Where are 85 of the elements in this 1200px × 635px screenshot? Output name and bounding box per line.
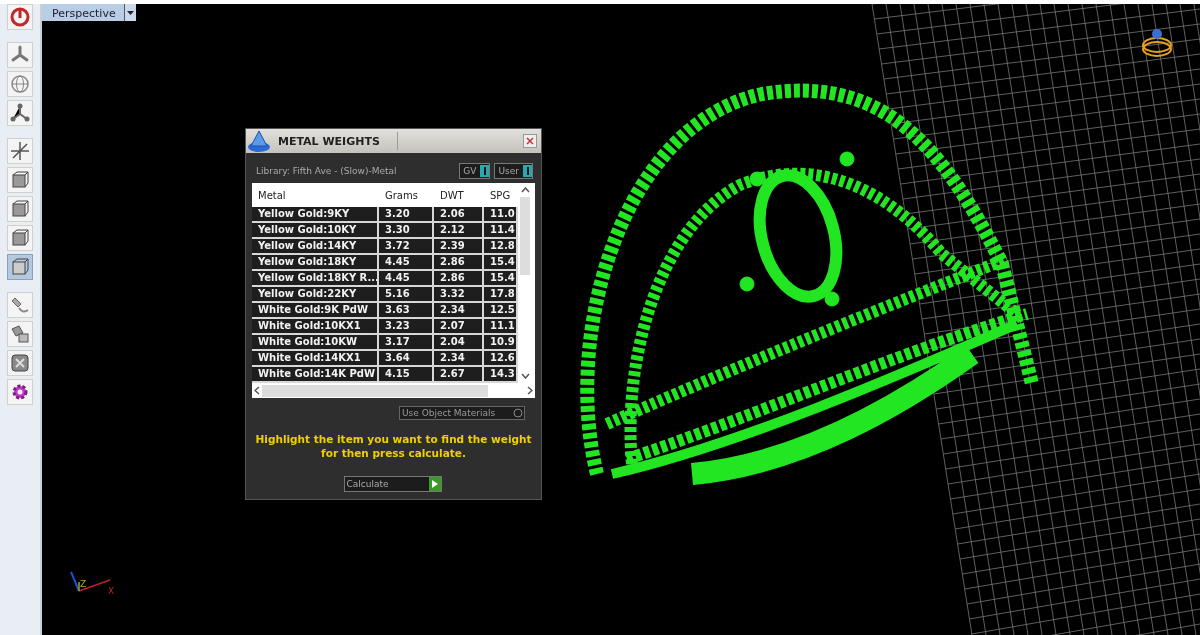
- table-cell[interactable]: 3.32: [434, 287, 484, 303]
- table-cell[interactable]: White Gold:14KX1: [252, 351, 379, 367]
- table-cell[interactable]: White Gold:10KX1: [252, 319, 379, 335]
- toolbar-tool-button[interactable]: [7, 4, 33, 30]
- tool-icon: [9, 198, 31, 220]
- tool-icon: [9, 227, 31, 249]
- close-icon: [526, 137, 534, 145]
- table-cell[interactable]: 2.12: [434, 223, 484, 239]
- tool-icon: [9, 323, 31, 345]
- table-cell[interactable]: 3.64: [379, 351, 434, 367]
- table-cell[interactable]: 3.17: [379, 335, 434, 351]
- table-cell[interactable]: 3.20: [379, 207, 434, 223]
- horizontal-scrollbar[interactable]: [252, 383, 535, 398]
- toggle-switch[interactable]: User: [494, 163, 533, 179]
- toolbar-tool-button[interactable]: [7, 167, 33, 193]
- radio-icon: [512, 407, 524, 419]
- table-cell[interactable]: 2.04: [434, 335, 484, 351]
- table-cell[interactable]: 4.45: [379, 255, 434, 271]
- toolbar-tool-button[interactable]: [7, 196, 33, 222]
- table-cell[interactable]: Yellow Gold:10KY: [252, 223, 379, 239]
- scroll-down-icon[interactable]: [520, 373, 530, 379]
- toolbar-tool-button[interactable]: [7, 138, 33, 164]
- table-cell[interactable]: Yellow Gold:22KY: [252, 287, 379, 303]
- table-cell[interactable]: 14.3: [484, 367, 518, 383]
- view-dropdown-button[interactable]: [123, 4, 136, 21]
- table-cell[interactable]: 2.39: [434, 239, 484, 255]
- tool-icon: [9, 102, 31, 124]
- table-cell[interactable]: Yellow Gold:14KY: [252, 239, 379, 255]
- table-cell[interactable]: 11.1: [484, 319, 518, 335]
- ring-preview-icon[interactable]: [1142, 29, 1172, 57]
- table-cell[interactable]: 3.23: [379, 319, 434, 335]
- instruction-text: Highlight the item you want to find the weight for then press calculate.: [254, 432, 533, 460]
- play-icon: [431, 480, 438, 488]
- table-cell[interactable]: 11.0: [484, 207, 518, 223]
- tool-icon: [9, 169, 31, 191]
- table-cell[interactable]: 10.9: [484, 335, 518, 351]
- table-cell[interactable]: 5.16: [379, 287, 434, 303]
- tool-icon: [9, 256, 31, 278]
- caret-icon: [126, 10, 134, 15]
- table-cell[interactable]: 12.6: [484, 351, 518, 367]
- table-cell[interactable]: 3.30: [379, 223, 434, 239]
- toolbar-tool-button[interactable]: [7, 379, 33, 405]
- materials-dropdown[interactable]: Use Object Materials: [399, 406, 525, 420]
- tool-icon: [9, 73, 31, 95]
- table-cell[interactable]: White Gold:10KW: [252, 335, 379, 351]
- scroll-up-icon[interactable]: [520, 187, 530, 193]
- table-cell[interactable]: 2.34: [434, 351, 484, 367]
- scroll-left-icon[interactable]: [254, 386, 260, 395]
- toolbar-tool-button[interactable]: [7, 321, 33, 347]
- table-cell[interactable]: 2.06: [434, 207, 484, 223]
- toolbar-tool-button[interactable]: [7, 292, 33, 318]
- toolbar-tool-button[interactable]: [7, 225, 33, 251]
- table-cell[interactable]: White Gold:9K PdW: [252, 303, 379, 319]
- dialog-title: METAL WEIGHTS: [278, 134, 381, 148]
- axis-gizmo-drawing: Z X: [70, 571, 115, 596]
- table-cell[interactable]: 11.4: [484, 223, 518, 239]
- scroll-right-icon[interactable]: [527, 386, 533, 395]
- tool-icon: [9, 352, 31, 374]
- table-cell[interactable]: 15.4: [484, 255, 518, 271]
- table-cell[interactable]: 15.4: [484, 271, 518, 287]
- calculate-button[interactable]: Calculate: [343, 476, 442, 492]
- tool-icon: [9, 6, 31, 28]
- table-cell[interactable]: 2.86: [434, 271, 484, 287]
- table-cell[interactable]: 4.45: [379, 271, 434, 287]
- toggle-switch[interactable]: GV: [459, 163, 491, 179]
- library-label: Library: Fifth Ave - (Slow)-Metal: [256, 166, 397, 176]
- table-cell[interactable]: White Gold:14K PdW: [252, 367, 379, 383]
- table-cell[interactable]: 2.67: [434, 367, 484, 383]
- table-cell[interactable]: Yellow Gold:18KY: [252, 255, 379, 271]
- table-cell[interactable]: 12.5: [484, 303, 518, 319]
- table-cell[interactable]: Yellow Gold:9KY: [252, 207, 379, 223]
- tool-icon: [9, 140, 31, 162]
- table-cell[interactable]: 12.8: [484, 239, 518, 255]
- toolbar-tool-button[interactable]: [7, 42, 33, 68]
- table-cell[interactable]: 2.86: [434, 255, 484, 271]
- toolbar-tool-button[interactable]: [7, 100, 33, 126]
- table-cell[interactable]: 2.07: [434, 319, 484, 335]
- table-cell[interactable]: 3.72: [379, 239, 434, 255]
- table-cell[interactable]: 4.15: [379, 367, 434, 383]
- table-cell[interactable]: 3.63: [379, 303, 434, 319]
- close-button[interactable]: [523, 134, 537, 148]
- table-cell[interactable]: Yellow Gold:18KY R...: [252, 271, 379, 287]
- table-cell[interactable]: 17.8: [484, 287, 518, 303]
- toolbar-tool-button[interactable]: [7, 350, 33, 376]
- table-cell[interactable]: 2.34: [434, 303, 484, 319]
